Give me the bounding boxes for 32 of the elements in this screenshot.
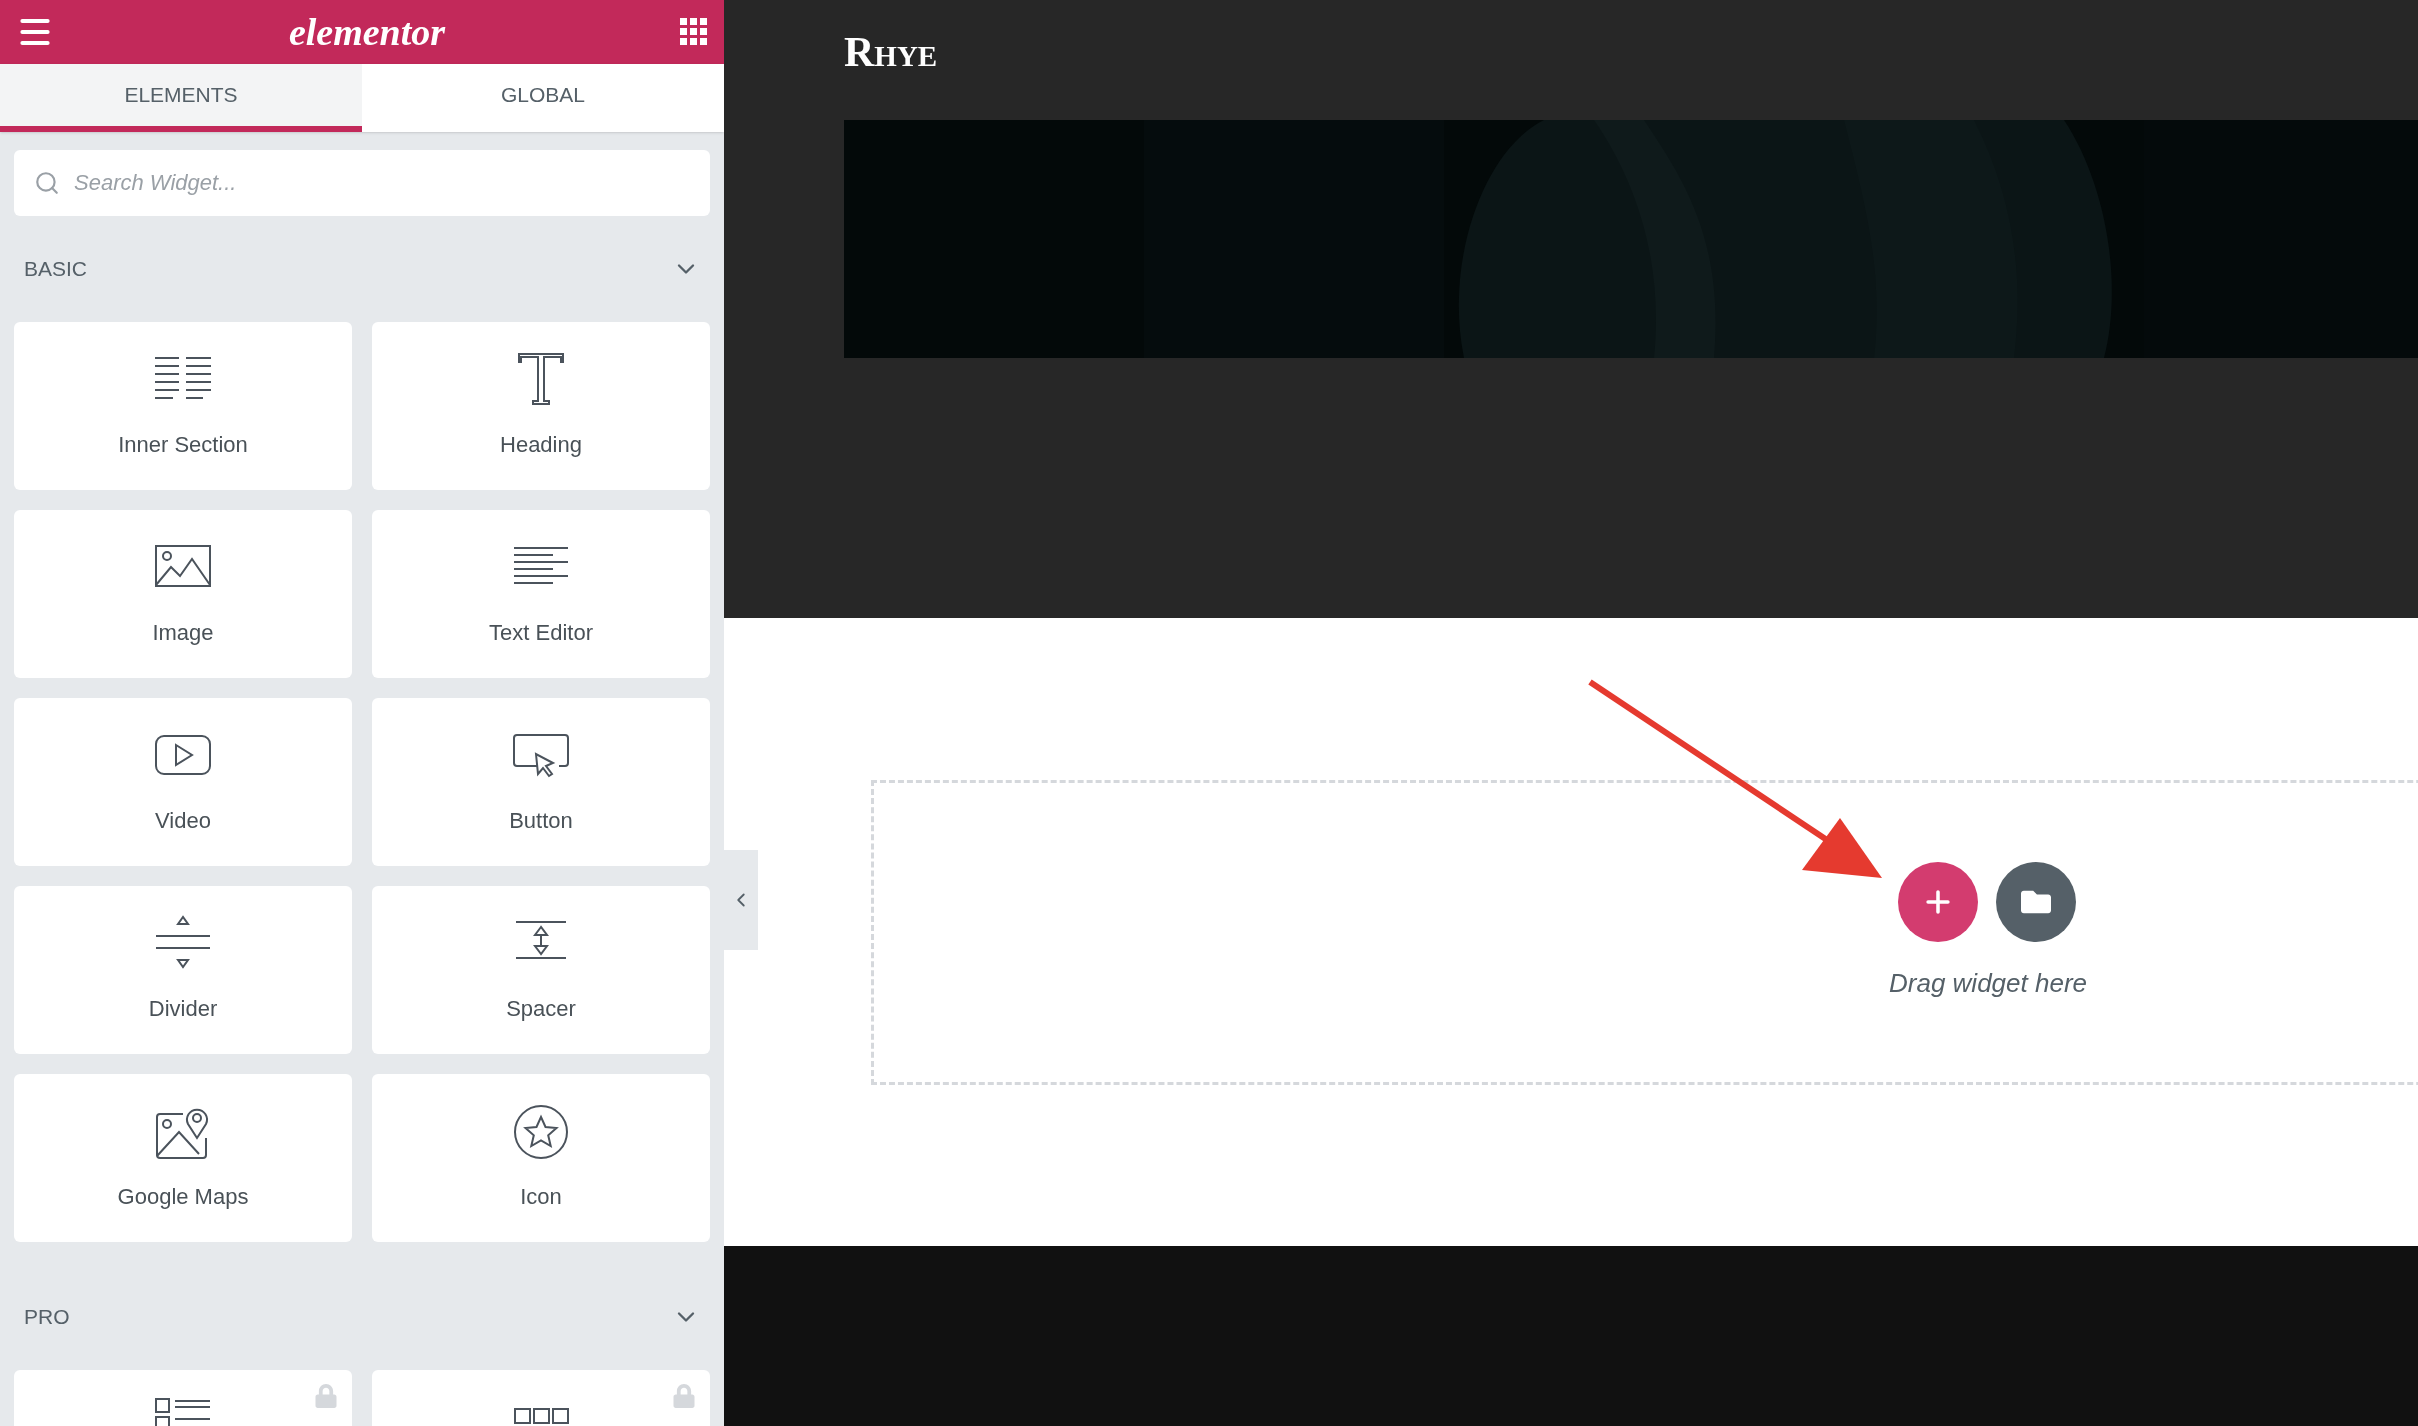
widget-card[interactable]: Button [372, 698, 710, 866]
search-icon [34, 170, 60, 196]
widget-label: Divider [148, 995, 218, 1023]
widget-label: Heading [500, 431, 582, 459]
apps-grid-icon[interactable] [680, 18, 708, 46]
widget-card[interactable]: Image [14, 510, 352, 678]
widget-card[interactable]: Icon [372, 1074, 710, 1242]
widget-card[interactable]: Text Editor [372, 510, 710, 678]
category-title: BASIC [24, 256, 88, 283]
widget-card[interactable]: Google Maps [14, 1074, 352, 1242]
widget-card[interactable]: Video [14, 698, 352, 866]
logo: elementor [288, 13, 446, 51]
widget-label: Text Editor [489, 619, 593, 647]
widget-label: Video [155, 807, 211, 835]
widget-card[interactable]: Heading [372, 322, 710, 490]
widget-label: Icon [520, 1183, 562, 1211]
widget-card[interactable]: Divider [14, 886, 352, 1054]
squares-icon [513, 1408, 569, 1424]
tab[interactable]: GLOBAL [362, 64, 724, 132]
widget-card[interactable]: Spacer [372, 886, 710, 1054]
category-title: PRO [24, 1304, 70, 1331]
widget-label: Button [509, 807, 573, 835]
site-title: Rhye [844, 27, 938, 77]
widget-label: Image [152, 619, 214, 647]
widget-label: Spacer [506, 995, 576, 1023]
widget-label: Inner Section [118, 431, 248, 459]
tab[interactable]: ELEMENTS [0, 64, 362, 132]
widget-label: Google Maps [117, 1183, 249, 1211]
widget-card[interactable]: Inner Section [14, 322, 352, 490]
search-field[interactable]: Search Widget... [14, 150, 710, 216]
drop-hint: Drag widget here [1889, 967, 2087, 1000]
list-icon [155, 1398, 211, 1426]
